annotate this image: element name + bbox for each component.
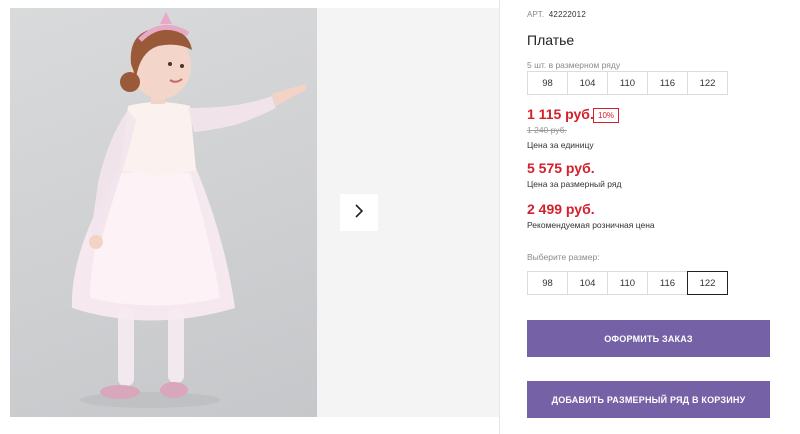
set-price: 5 575 руб. <box>527 160 595 176</box>
panel-divider <box>499 0 500 434</box>
size-option[interactable]: 104 <box>567 271 608 295</box>
choose-size-label: Выберите размер: <box>527 252 600 262</box>
size-option[interactable]: 98 <box>527 271 568 295</box>
size-option[interactable]: 110 <box>607 271 648 295</box>
size-option[interactable]: 116 <box>647 271 688 295</box>
size-set-item: 122 <box>687 71 728 95</box>
set-price-caption: Цена за размерный ряд <box>527 179 622 189</box>
unit-price-caption: Цена за единицу <box>527 140 594 150</box>
size-selector: 98 104 110 116 122 <box>527 271 728 295</box>
article-value: 42222012 <box>548 10 586 19</box>
old-price: 1 240 руб. <box>527 125 567 135</box>
place-order-button[interactable]: ОФОРМИТЬ ЗАКАЗ <box>527 320 770 357</box>
discount-badge: 10% <box>593 108 620 123</box>
next-image-button[interactable] <box>340 194 378 231</box>
product-title: Платье <box>527 32 575 48</box>
product-gallery <box>0 0 500 434</box>
article-label: АРТ. <box>527 10 545 19</box>
size-set-row: 98 104 110 116 122 <box>527 71 728 95</box>
product-photo <box>10 8 317 417</box>
size-set-item: 98 <box>527 71 568 95</box>
article-number: АРТ. 42222012 <box>527 10 586 19</box>
girl-in-dress-illustration <box>71 12 306 408</box>
size-set-item: 104 <box>567 71 608 95</box>
size-option-selected[interactable]: 122 <box>687 271 728 295</box>
size-set-item: 116 <box>647 71 688 95</box>
add-size-set-to-cart-button[interactable]: ДОБАВИТЬ РАЗМЕРНЫЙ РЯД В КОРЗИНУ <box>527 381 770 418</box>
size-set-label: 5 шт. в размерном ряду <box>527 60 621 70</box>
size-set-item: 110 <box>607 71 648 95</box>
unit-price: 1 115 руб. <box>527 106 594 122</box>
retail-price: 2 499 руб. <box>527 201 595 217</box>
retail-price-caption: Рекомендуемая розничная цена <box>527 220 655 230</box>
chevron-right-icon <box>352 204 366 221</box>
